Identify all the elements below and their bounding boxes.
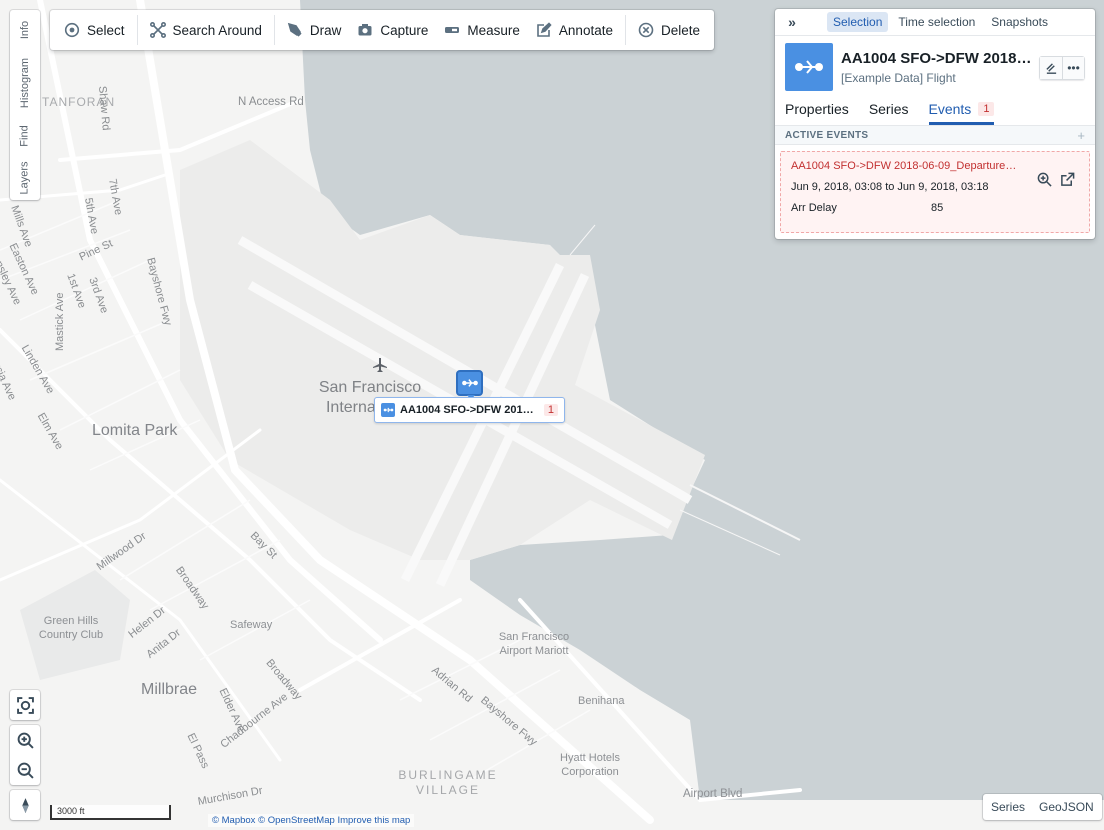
- double-chevron-right-icon: »: [788, 14, 796, 30]
- map-marker-label[interactable]: AA1004 SFO->DFW 2018-06-09 1: [374, 397, 565, 423]
- event-time-range: Jun 9, 2018, 03:08 to Jun 9, 2018, 03:18: [791, 181, 989, 193]
- panel-tab-bar: » Selection Time selection Snapshots: [775, 9, 1095, 36]
- collapse-panel-button[interactable]: »: [781, 11, 803, 33]
- flight-object-icon: [381, 403, 395, 417]
- object-type: [Example Data] Flight: [841, 70, 956, 85]
- tab-properties[interactable]: Properties: [785, 101, 849, 125]
- map-label: Mastick Ave: [54, 292, 66, 352]
- measure-button[interactable]: Measure: [436, 15, 528, 45]
- marker-label-text: AA1004 SFO->DFW 2018-06-09: [400, 404, 539, 416]
- object-edit-button[interactable]: [1040, 57, 1062, 79]
- event-title[interactable]: AA1004 SFO->DFW 2018-06-09_Departure_Del…: [791, 160, 1019, 172]
- events-count-badge: 1: [978, 102, 995, 116]
- side-tab-find[interactable]: Find: [10, 116, 40, 156]
- zoom-in-icon: [17, 732, 34, 749]
- reset-bearing-button[interactable]: [10, 790, 40, 820]
- selection-panel: » Selection Time selection Snapshots AA1…: [775, 9, 1095, 239]
- side-tab-info[interactable]: Info: [10, 12, 40, 48]
- map-label: BURLINGAME VILLAGE: [398, 768, 498, 797]
- ruler-icon: [445, 27, 460, 33]
- map-toolbar: Select Search Around Draw Capture Measur…: [50, 10, 714, 50]
- map-label: N Access Rd: [238, 96, 304, 108]
- tab-selection[interactable]: Selection: [827, 12, 889, 32]
- side-tab-layers[interactable]: Layers: [10, 156, 40, 200]
- mapbox-link[interactable]: © Mapbox: [212, 815, 255, 826]
- map-label: Airport Blvd: [683, 788, 743, 800]
- event-property: Arr Delay 85: [791, 202, 1079, 214]
- compass-control: [10, 790, 40, 820]
- map-label: Benihana: [578, 695, 625, 707]
- zoom-controls: [10, 725, 40, 785]
- select-button[interactable]: Select: [56, 15, 133, 45]
- zoom-to-event-icon[interactable]: [1037, 172, 1052, 187]
- fit-bounds-control: [10, 690, 40, 720]
- map-attribution: © Mapbox © OpenStreetMap Improve this ma…: [208, 814, 415, 827]
- side-tab-histogram[interactable]: Histogram: [10, 50, 40, 116]
- add-event-button[interactable]: +: [1077, 128, 1085, 143]
- toolbar-divider: [136, 15, 138, 45]
- tab-series-panel[interactable]: Series: [991, 800, 1025, 814]
- more-options-button[interactable]: •••: [1062, 57, 1084, 79]
- active-events-header: ACTIVE EVENTS +: [775, 126, 1095, 145]
- compass-icon: [21, 797, 29, 813]
- tab-events[interactable]: Events 1: [928, 101, 995, 125]
- improve-map-link[interactable]: Improve this map: [337, 815, 410, 826]
- tab-series[interactable]: Series: [869, 101, 909, 125]
- map-label: Millbrae: [141, 681, 198, 698]
- search-around-button[interactable]: Search Around: [142, 15, 270, 45]
- marker-event-count: 1: [543, 404, 558, 416]
- annotate-icon: [537, 22, 552, 37]
- event-card[interactable]: AA1004 SFO->DFW 2018-06-09_Departure_Del…: [780, 151, 1090, 233]
- object-actions: •••: [1039, 56, 1085, 80]
- osm-link[interactable]: © OpenStreetMap: [258, 815, 335, 826]
- fit-bounds-button[interactable]: [10, 690, 40, 720]
- event-property-key: Arr Delay: [791, 202, 837, 214]
- select-icon: [64, 22, 80, 38]
- map-label: Lomita Park: [92, 422, 178, 439]
- tab-geojson-panel[interactable]: GeoJSON: [1039, 800, 1094, 814]
- map-label: San Francisco Airport Mariott: [498, 631, 570, 657]
- plus-icon: +: [1077, 127, 1085, 143]
- bottom-panel-tabs: Series GeoJSON: [983, 794, 1102, 820]
- tab-time-selection[interactable]: Time selection: [892, 12, 981, 32]
- edit-layer-icon: [1045, 62, 1056, 74]
- zoom-out-button[interactable]: [10, 755, 40, 785]
- more-icon: •••: [1067, 61, 1080, 75]
- search-around-icon: [149, 22, 166, 38]
- flight-object-icon: [461, 379, 478, 387]
- draw-button[interactable]: Draw: [279, 15, 350, 45]
- event-property-value: 85: [931, 202, 944, 214]
- pen-icon: [287, 22, 302, 37]
- flight-object-icon: [785, 43, 833, 91]
- object-title: AA1004 SFO->DFW 2018-06-09: [841, 49, 1033, 67]
- open-external-icon[interactable]: [1060, 172, 1075, 187]
- toolbar-divider: [273, 15, 275, 45]
- camera-icon: [358, 24, 372, 36]
- object-sub-tabs: Properties Series Events 1: [775, 98, 1095, 126]
- fit-to-bounds-icon: [16, 696, 34, 714]
- map-label: Green Hills Country Club: [38, 615, 104, 641]
- tab-snapshots[interactable]: Snapshots: [985, 12, 1054, 32]
- map-scale-bar: 3000 ft: [50, 805, 171, 820]
- object-header: AA1004 SFO->DFW 2018-06-09 [Example Data…: [775, 36, 1095, 98]
- zoom-in-button[interactable]: [10, 725, 40, 755]
- zoom-out-icon: [17, 762, 34, 779]
- map-label: Hyatt Hotels Corporation: [560, 752, 620, 778]
- side-tab-strip: Info Histogram Find Layers: [10, 10, 40, 200]
- map-marker-pin[interactable]: [456, 370, 483, 400]
- map-label: Safeway: [230, 619, 273, 631]
- delete-button[interactable]: Delete: [630, 15, 708, 45]
- toolbar-divider: [624, 15, 626, 45]
- delete-icon: [638, 22, 654, 38]
- annotate-button[interactable]: Annotate: [528, 15, 621, 45]
- capture-button[interactable]: Capture: [349, 15, 436, 45]
- section-title: ACTIVE EVENTS: [785, 129, 869, 141]
